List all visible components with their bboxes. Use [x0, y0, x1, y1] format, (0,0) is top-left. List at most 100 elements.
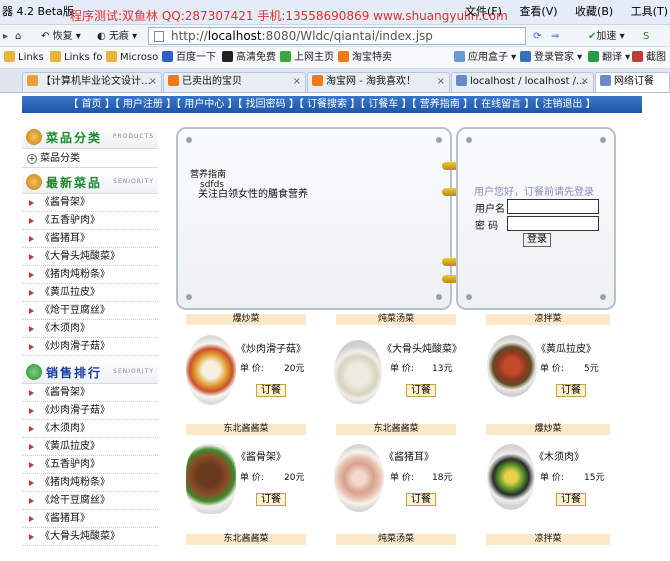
price-value: 18元: [432, 473, 453, 483]
ranking-item[interactable]: 《炒肉滑子菇》: [22, 402, 158, 420]
category-label[interactable]: 东北酱酱菜: [186, 534, 306, 545]
login-button[interactable]: 登录: [523, 233, 551, 247]
order-button[interactable]: 订餐: [556, 384, 586, 397]
search-engine-icon[interactable]: S: [640, 28, 652, 45]
dish-image[interactable]: [334, 444, 384, 512]
dish-image[interactable]: [186, 444, 236, 514]
category-label[interactable]: 凉拌菜: [486, 314, 610, 325]
price-value: 20元: [284, 364, 305, 374]
globe-icon: [280, 51, 291, 62]
refresh-icon[interactable]: ⟳: [530, 28, 544, 45]
category-label[interactable]: 爆炒菜: [486, 424, 610, 435]
category-label[interactable]: 东北酱酱菜: [336, 424, 456, 435]
category-label[interactable]: 东北酱酱菜: [186, 424, 306, 435]
speed-button[interactable]: ✔加速 ▾: [585, 28, 628, 45]
ranking-item[interactable]: 《大骨头炖酸菜》: [22, 528, 158, 546]
ranking-item[interactable]: 《酱猪耳》: [22, 510, 158, 528]
order-button[interactable]: 订餐: [256, 384, 286, 397]
ranking-item[interactable]: 《炝干豆腐丝》: [22, 492, 158, 510]
tab-online-order[interactable]: 网络订餐: [595, 72, 670, 92]
promo-text: 程序测试:双鱼林 QQ:287307421 手机:13558690869 www…: [70, 9, 508, 23]
forward-arrow-icon[interactable]: ▸: [0, 28, 11, 45]
price-value: 20元: [284, 473, 305, 483]
newest-item[interactable]: 《酱骨架》: [22, 194, 158, 212]
newest-item[interactable]: 《炒肉滑子菇》: [22, 338, 158, 356]
page-icon: [600, 75, 611, 86]
bookmark-homepage[interactable]: 上网主页: [280, 50, 334, 66]
tab-localhost[interactable]: localhost / localhost /... ×: [451, 72, 594, 92]
arrow-icon: [29, 272, 34, 278]
close-icon[interactable]: ×: [149, 73, 157, 91]
restore-button[interactable]: ↶ 恢复 ▾: [38, 28, 84, 45]
ranking-item[interactable]: 《五香驴肉》: [22, 456, 158, 474]
arrow-icon: [29, 200, 34, 206]
ranking-item[interactable]: 《猪肉炖粉条》: [22, 474, 158, 492]
newest-item[interactable]: 《黄瓜拉皮》: [22, 284, 158, 302]
username-input[interactable]: [507, 199, 599, 214]
dish-image[interactable]: [487, 444, 535, 510]
bookmark-links-fo[interactable]: Links fo: [50, 50, 103, 66]
translate-button[interactable]: 翻译 ▾: [588, 50, 630, 66]
corner-dot: [186, 294, 192, 300]
ranking-item[interactable]: 《黄瓜拉皮》: [22, 438, 158, 456]
bookmark-microsoft[interactable]: Microso: [106, 50, 158, 66]
menu-view[interactable]: 查看(V): [519, 5, 557, 18]
dish-name[interactable]: 《酱骨架》: [236, 448, 286, 463]
tab-taobao[interactable]: 淘宝网 - 淘我喜欢！ ×: [307, 72, 450, 92]
dish-name[interactable]: 《黄瓜拉皮》: [536, 340, 596, 355]
ranking-item[interactable]: 《酱骨架》: [22, 384, 158, 402]
category-label[interactable]: 炖菜汤菜: [336, 314, 456, 325]
dish-name[interactable]: 《大骨头炖酸菜》: [382, 340, 462, 355]
order-button[interactable]: 订餐: [256, 493, 286, 506]
dish-image[interactable]: [186, 335, 236, 405]
password-input[interactable]: [507, 216, 599, 231]
login-manager-button[interactable]: 登录管家 ▾: [520, 50, 582, 66]
site-nav[interactable]: 【 首页 】【 用户注册 】【 用户中心 】【 找回密码 】【 订餐搜索 】【 …: [22, 96, 642, 113]
dish-image[interactable]: [334, 340, 382, 404]
newest-item[interactable]: 《大骨头炖酸菜》: [22, 248, 158, 266]
order-button[interactable]: 订餐: [406, 384, 436, 397]
notice-link[interactable]: 关注白领女性的膳食营养: [190, 190, 308, 200]
dish-name[interactable]: 《炒肉滑子菇》: [236, 340, 306, 355]
close-icon[interactable]: ×: [437, 73, 445, 91]
menu-favorites[interactable]: 收藏(B): [575, 5, 613, 18]
newest-item[interactable]: 《猪肉炖粉条》: [22, 266, 158, 284]
corner-dot: [600, 294, 606, 300]
corner-dot: [466, 294, 472, 300]
notice-content: 营养指南 sdfds 关注白领女性的膳食营养: [190, 170, 308, 200]
close-icon[interactable]: ×: [293, 73, 301, 91]
incognito-button[interactable]: ◐ 无痕 ▾: [94, 28, 140, 45]
category-label[interactable]: 凉拌菜: [486, 534, 610, 545]
sidebar-item-category[interactable]: + 菜品分类: [22, 150, 158, 168]
dish-image[interactable]: [487, 335, 537, 397]
newest-item[interactable]: 《五香驴肉》: [22, 212, 158, 230]
screenshot-button[interactable]: 截图: [632, 50, 666, 66]
home-button[interactable]: ⌂: [12, 28, 24, 45]
tab-thesis[interactable]: 【计算机毕业论文设计… ×: [22, 72, 162, 92]
bookmark-baidu[interactable]: 百度一下: [162, 50, 216, 66]
newest-header: 最新菜品 SENIORITY: [22, 170, 158, 194]
bookmark-hd[interactable]: 高清免费: [222, 50, 276, 66]
bookmark-taobao[interactable]: 淘宝特卖: [338, 50, 392, 66]
folder-icon: [50, 51, 61, 62]
ranking-item[interactable]: 《木须肉》: [22, 420, 158, 438]
newest-item[interactable]: 《木须肉》: [22, 320, 158, 338]
menu-file[interactable]: 文件(F): [465, 5, 502, 18]
category-label[interactable]: 炖菜汤菜: [336, 534, 456, 545]
dish-name[interactable]: 《木须肉》: [534, 448, 584, 463]
address-bar[interactable]: http://localhost:8080/Wldc/qiantai/index…: [148, 27, 526, 45]
price-label: 单 价:: [240, 364, 264, 374]
newest-item[interactable]: 《酱猪耳》: [22, 230, 158, 248]
tab-sold-items[interactable]: 已卖出的宝贝 ×: [163, 72, 306, 92]
dish-name[interactable]: 《酱猪耳》: [384, 448, 434, 463]
order-button[interactable]: 订餐: [406, 493, 436, 506]
app-box-button[interactable]: 应用盒子 ▾: [454, 50, 516, 66]
bookmark-links[interactable]: Links: [4, 50, 44, 66]
incognito-icon: ◐: [97, 31, 106, 42]
go-icon[interactable]: ⇒: [548, 28, 562, 45]
menu-tools[interactable]: 工具(T): [631, 5, 668, 18]
category-label[interactable]: 爆炒菜: [186, 314, 306, 325]
order-button[interactable]: 订餐: [556, 493, 586, 506]
newest-item[interactable]: 《炝干豆腐丝》: [22, 302, 158, 320]
close-icon[interactable]: ×: [581, 73, 589, 91]
